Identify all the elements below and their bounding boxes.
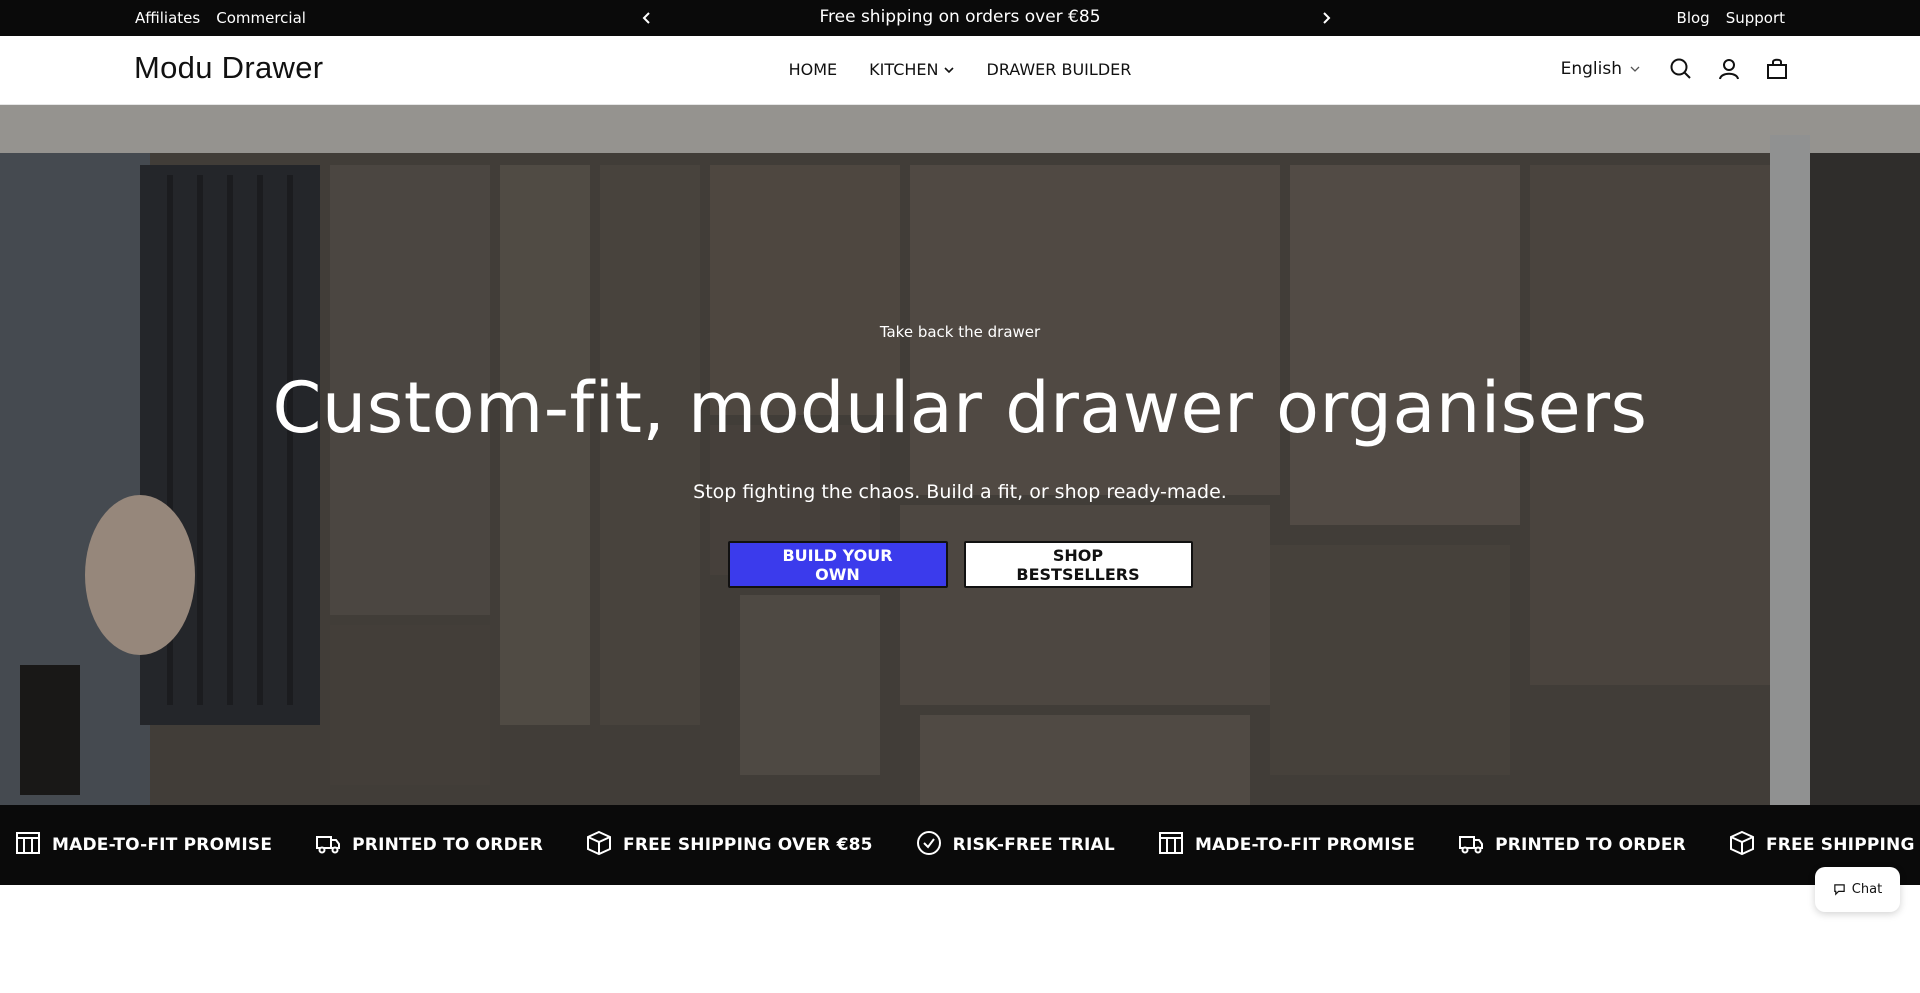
hero-overlay <box>0 105 1920 805</box>
nav-drawer-builder[interactable]: DRAWER BUILDER <box>987 60 1132 79</box>
chat-button[interactable]: Chat <box>1815 867 1900 912</box>
chat-label: Chat <box>1851 882 1883 897</box>
marquee-item: RISK-FREE TRIAL <box>915 829 1115 862</box>
grid-icon <box>1157 829 1185 862</box>
search-icon <box>1670 58 1691 79</box>
header-actions: English <box>1561 56 1790 82</box>
site-header: Modu Drawer HOME KITCHEN DRAWER BUILDER … <box>0 36 1920 105</box>
marquee-item: PRINTED TO ORDER <box>1457 829 1686 862</box>
hero-banner: Take back the drawer Custom-fit, modular… <box>0 105 1920 805</box>
marquee-item-label: PRINTED TO ORDER <box>352 835 544 855</box>
blog-link[interactable]: Blog <box>1677 9 1710 27</box>
language-label: English <box>1560 59 1622 79</box>
hero-headline: Custom-fit, modular drawer organisers <box>272 367 1648 449</box>
box-icon <box>585 829 613 862</box>
nav-drawer-builder-label: DRAWER BUILDER <box>986 60 1132 79</box>
box-icon <box>1728 829 1756 862</box>
marquee-item: FREE SHIPPING OVER €85 <box>1728 829 1920 862</box>
marquee-item-label: MADE-TO-FIT PROMISE <box>1194 835 1416 855</box>
truck-icon <box>314 829 342 862</box>
announcement-text: Free shipping on orders over €85 <box>819 7 1101 27</box>
topbar-right-links: Blog Support <box>1677 9 1785 27</box>
check-circle-icon <box>915 829 943 862</box>
user-icon <box>1719 59 1739 80</box>
nav-home[interactable]: HOME <box>789 60 838 79</box>
chevron-down-icon <box>943 66 954 73</box>
marquee-item-label: PRINTED TO ORDER <box>1495 835 1686 855</box>
announcement-bar: Affiliates Commercial Free shipping on o… <box>0 0 1920 36</box>
chevron-down-icon <box>1630 66 1640 72</box>
marquee-item: MADE-TO-FIT PROMISE <box>14 829 272 862</box>
marquee-item: FREE SHIPPING OVER €85 <box>585 829 873 862</box>
shop-bestsellers-button[interactable]: SHOP BESTSELLERS <box>963 541 1193 588</box>
marquee-item-label: MADE-TO-FIT PROMISE <box>52 835 273 855</box>
build-your-own-button[interactable]: BUILD YOUR OWN <box>727 541 948 588</box>
marquee-item-label: FREE SHIPPING OVER €85 <box>623 835 873 855</box>
hero-eyebrow: Take back the drawer <box>879 323 1041 341</box>
chevron-right-icon <box>1323 12 1331 24</box>
grid-icon <box>14 829 42 862</box>
bag-icon <box>1767 58 1787 79</box>
nav-home-label: HOME <box>788 60 838 79</box>
marquee-item-label: FREE SHIPPING OVER €85 <box>1765 835 1920 855</box>
hero-ctas: BUILD YOUR OWN SHOP BESTSELLERS <box>0 541 1920 588</box>
nav-kitchen-label: KITCHEN <box>869 60 939 79</box>
language-selector[interactable]: English <box>1561 59 1640 79</box>
account-button[interactable] <box>1716 56 1742 82</box>
truck-icon <box>1457 829 1485 862</box>
chat-bubble-icon <box>1834 884 1845 896</box>
support-link[interactable]: Support <box>1726 9 1785 27</box>
marquee-item: MADE-TO-FIT PROMISE <box>1157 829 1415 862</box>
nav-kitchen[interactable]: KITCHEN <box>869 60 954 79</box>
marquee-item-label: RISK-FREE TRIAL <box>952 835 1115 855</box>
hero-subheadline: Stop fighting the chaos. Build a fit, or… <box>693 481 1227 503</box>
announcement-next-button[interactable] <box>1316 8 1336 28</box>
marquee-track: MADE-TO-FIT PROMISE PRINTED TO ORDER FREE … <box>14 805 1920 885</box>
benefits-marquee: MADE-TO-FIT PROMISE PRINTED TO ORDER FREE … <box>0 805 1920 885</box>
cart-button[interactable] <box>1764 56 1790 82</box>
search-button[interactable] <box>1668 56 1694 82</box>
marquee-item: PRINTED TO ORDER <box>314 829 543 862</box>
